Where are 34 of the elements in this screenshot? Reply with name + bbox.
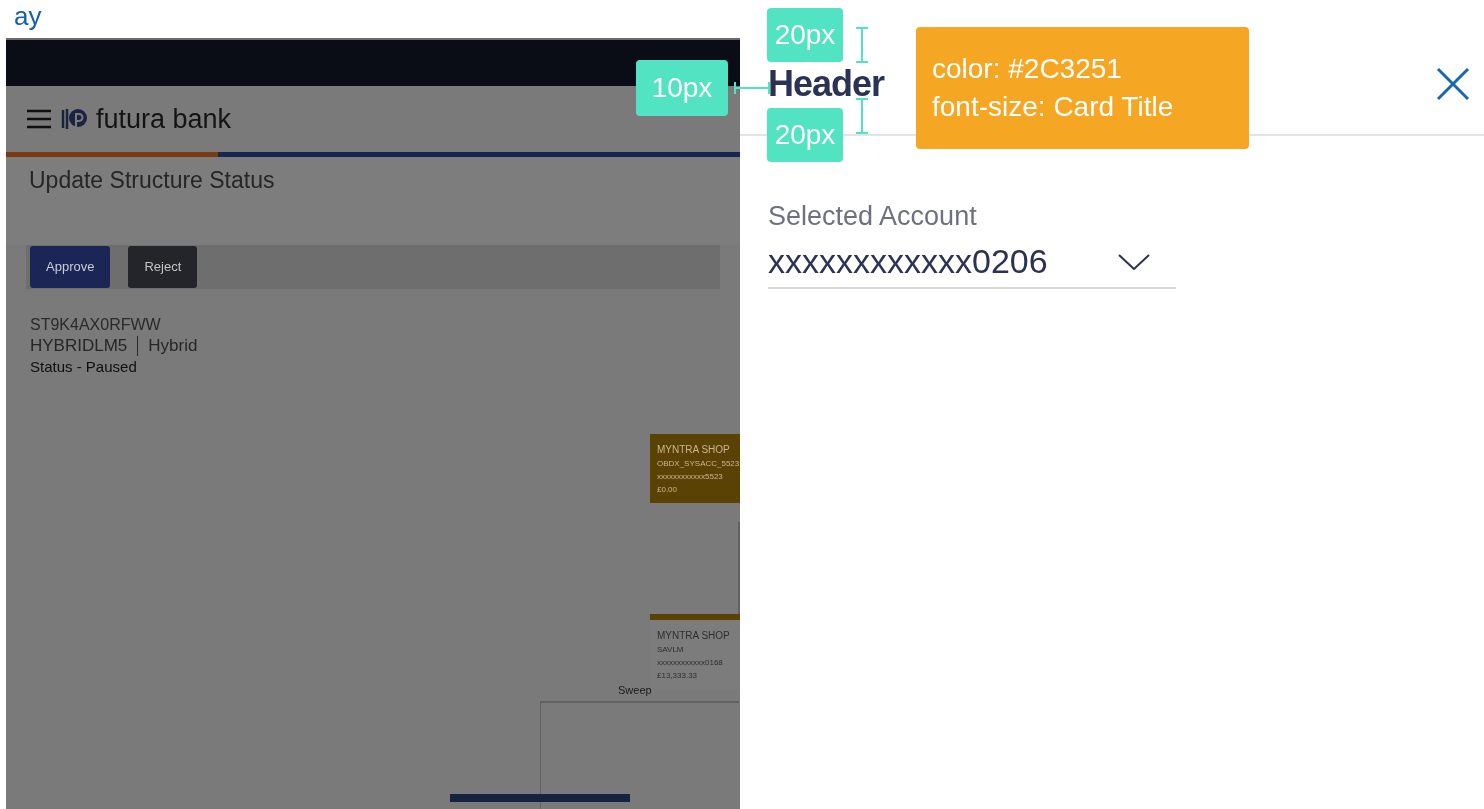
logo-icon: [60, 106, 88, 132]
measure-line: [734, 80, 770, 96]
node-detail: xxxxxxxxxxxx0168: [657, 658, 724, 668]
style-note: color: #2C3251: [932, 52, 1123, 86]
drawer-title: Header: [768, 62, 885, 106]
measure-line: [854, 27, 870, 63]
menu-icon: [26, 108, 52, 130]
chevron-down-icon: [1118, 253, 1150, 270]
measure-line: [854, 98, 870, 134]
close-icon[interactable]: [1436, 67, 1470, 101]
field-label: Selected Account: [768, 200, 978, 233]
node-detail: £0.00: [657, 485, 679, 495]
page-title: Update Structure Status: [29, 167, 275, 193]
account-node[interactable]: MYNTRA SHOP OBDX_SYSACC_5523 xxxxxxxxxxxx5523 £0.00: [650, 434, 740, 503]
link-label: Sweep: [618, 683, 652, 698]
style-note: font-size: Card Title: [932, 90, 1175, 124]
structure-type: Hybrid: [148, 335, 198, 357]
structure-code: HYBRIDLM5: [30, 335, 128, 357]
node-title: MYNTRA SHOP: [657, 630, 731, 642]
node-title: MYNTRA SHOP: [657, 444, 731, 456]
brand-name: futura bank: [96, 102, 232, 136]
spacing-badge: 20px: [767, 8, 843, 62]
action-button[interactable]: Approve: [30, 246, 111, 288]
node-detail: OBDX_SYSACC_5523: [657, 459, 740, 469]
spacing-badge: 10px: [636, 60, 728, 116]
structure-status: Status - Paused: [30, 357, 138, 377]
account-dropdown[interactable]: xxxxxxxxxxxx0206: [768, 236, 1176, 289]
node-detail: SAVLM: [657, 645, 685, 655]
spacing-badge: 20px: [767, 108, 843, 162]
node-detail: xxxxxxxxxxxx5523: [657, 472, 724, 482]
node-detail: £13,333.33: [657, 671, 699, 681]
action-button[interactable]: Reject: [128, 246, 198, 288]
heading-fragment: ay: [14, 0, 42, 32]
structure-id: ST9K4AX0RFWW: [30, 315, 162, 335]
